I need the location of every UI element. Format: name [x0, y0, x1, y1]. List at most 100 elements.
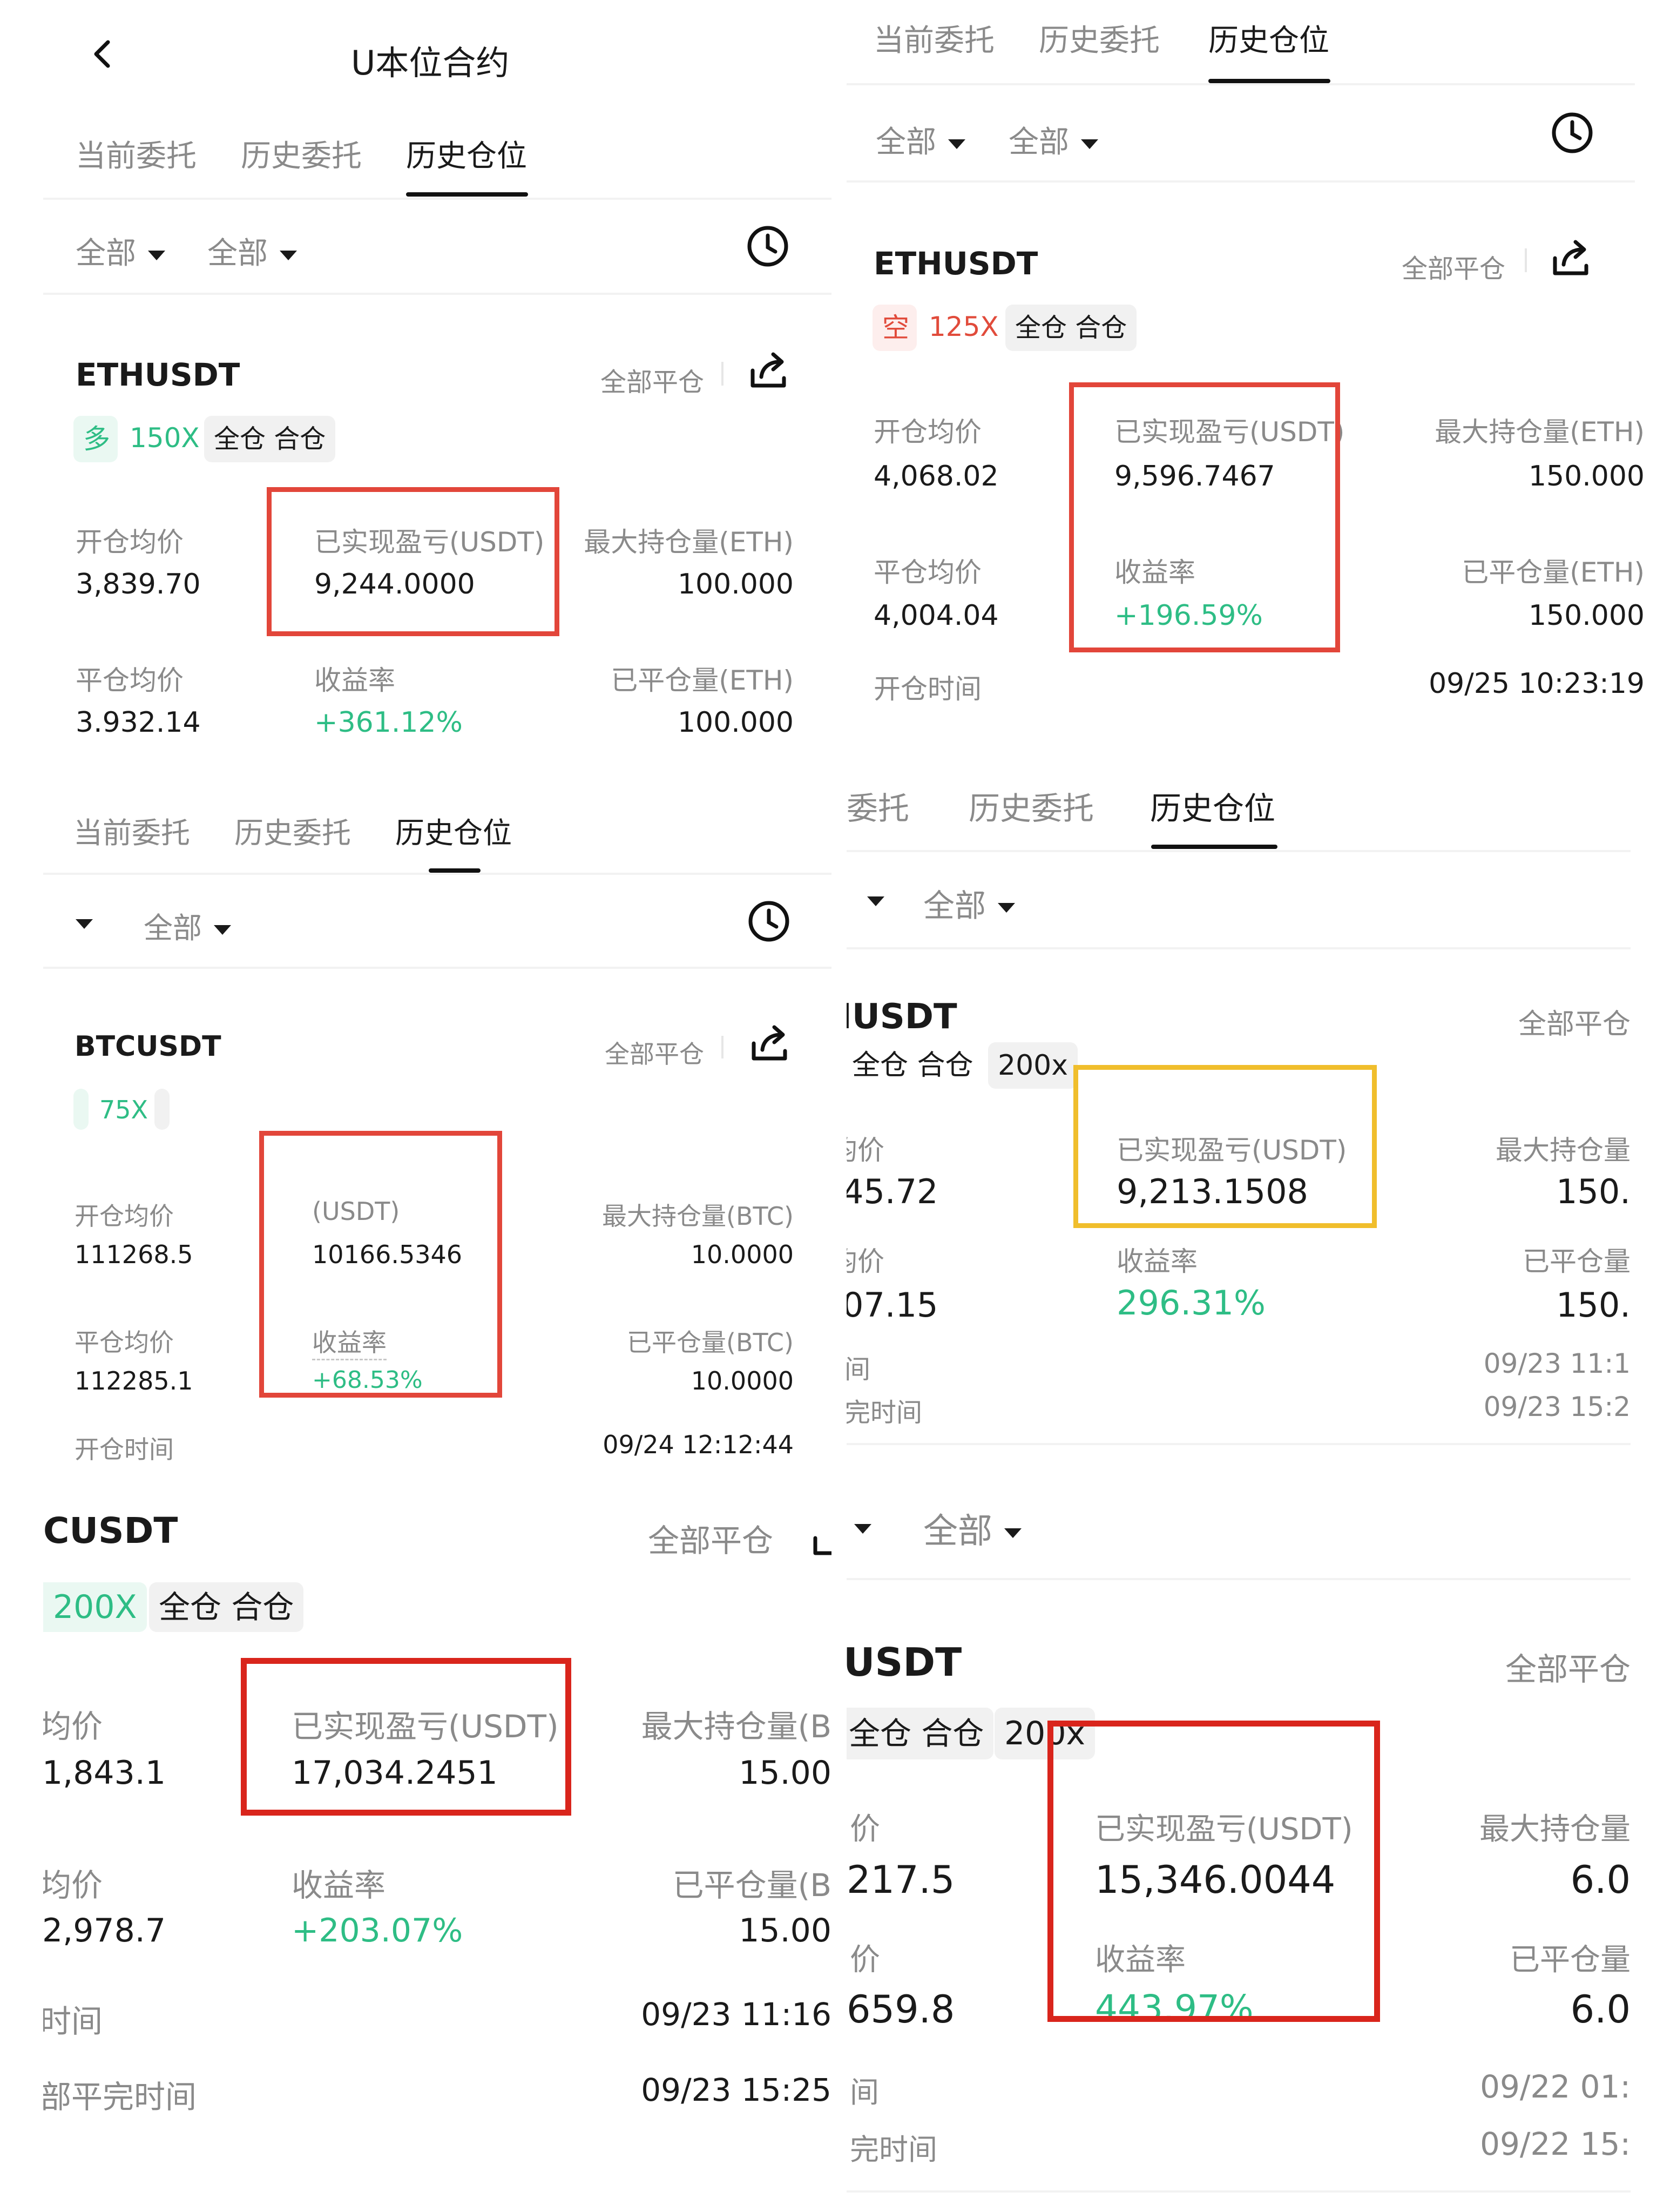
close-all-button[interactable]: 全部平仓	[1505, 1644, 1631, 1689]
highlight-box	[1069, 382, 1340, 652]
divider	[847, 180, 1635, 183]
close-time-label: 部平完时间	[43, 2079, 197, 2115]
max-hold-label: 最大持仓量(ETH)	[584, 527, 794, 558]
caret-down-icon	[998, 902, 1016, 913]
tab-current-orders[interactable]: 当前委托	[73, 809, 190, 852]
clock-icon[interactable]	[746, 899, 792, 944]
tab-order-history[interactable]: 历史委托	[241, 132, 362, 176]
filter-side[interactable]: 全部	[144, 904, 231, 947]
share-icon[interactable]	[747, 1021, 793, 1066]
filter-side[interactable]: 全部	[1009, 118, 1098, 161]
caret-down-icon	[1004, 1528, 1022, 1539]
max-hold-value: 100.000	[677, 568, 794, 601]
caret-down-icon	[148, 250, 165, 260]
close-all-button[interactable]: 全部平仓	[605, 1035, 704, 1070]
highlight-box	[267, 487, 559, 636]
close-all-button[interactable]: 全部平仓	[1518, 1001, 1631, 1042]
open-avg-value: 3,839.70	[76, 568, 201, 601]
close-avg-label: 价	[850, 1943, 880, 1978]
open-avg-value: 217.5	[847, 1858, 955, 1902]
divider	[847, 83, 1635, 85]
divider	[43, 293, 831, 295]
active-tab-indicator	[1151, 845, 1277, 849]
open-time-label: 开仓时间	[75, 1435, 174, 1464]
highlight-box	[259, 1131, 502, 1398]
tab-order-history[interactable]: 历史委托	[969, 783, 1094, 828]
tab-position-history[interactable]: 历史仓位	[406, 132, 527, 176]
filter-side[interactable]: 全部	[207, 229, 297, 273]
separator	[1525, 248, 1527, 272]
caret-down-icon	[280, 250, 297, 260]
share-icon[interactable]	[746, 348, 792, 393]
tab-order-history[interactable]: 历史委托	[234, 809, 351, 852]
active-tab-indicator	[1208, 79, 1330, 83]
close-avg-value: 07.15	[847, 1285, 938, 1325]
leverage-tag: 200x	[988, 1042, 1078, 1089]
clock-icon[interactable]	[1550, 110, 1595, 156]
symbol: CUSDT	[43, 1510, 178, 1552]
close-all-button[interactable]: 全部平仓	[1402, 247, 1505, 285]
tab-order-history-2[interactable]: 历史委托	[1039, 16, 1160, 60]
share-icon[interactable]	[1548, 235, 1594, 281]
symbol: USDT	[847, 1640, 962, 1685]
separator	[721, 1036, 723, 1058]
tab-current-orders[interactable]: 当前委托	[76, 132, 197, 176]
closed-value: 6.0	[1570, 1987, 1631, 2032]
highlight-box	[1047, 1721, 1380, 2022]
tab-position-history[interactable]: 历史仓位	[1150, 783, 1275, 828]
open-avg-label: 均价	[847, 1135, 884, 1166]
filter-side[interactable]: 全部	[923, 1503, 1022, 1553]
close-avg-value: 112285.1	[75, 1366, 193, 1395]
closed-label: 已平仓量(ETH)	[1462, 557, 1645, 588]
symbol: IUSDT	[847, 997, 957, 1037]
side-tag: 空	[873, 305, 917, 351]
caret-down-icon[interactable]	[76, 919, 93, 929]
closed-label: 已平仓量(B	[672, 1867, 831, 1904]
clock-icon[interactable]	[745, 224, 790, 269]
divider	[43, 967, 831, 969]
tab-position-history[interactable]: 历史仓位	[395, 809, 512, 852]
highlight-box	[1073, 1065, 1377, 1228]
caret-down-icon[interactable]	[854, 1524, 871, 1534]
share-icon[interactable]	[809, 1515, 831, 1561]
close-all-button[interactable]: 全部平仓	[648, 1515, 773, 1561]
back-arrow-icon[interactable]	[86, 38, 119, 70]
leverage-tag: 75X	[99, 1095, 148, 1124]
close-time-value: 09/23 15:2	[1483, 1391, 1631, 1422]
caret-down-icon	[214, 925, 231, 935]
open-avg-value: 111268.5	[75, 1240, 193, 1269]
symbol: ETHUSDT	[76, 356, 240, 393]
divider	[847, 1443, 1631, 1445]
open-time-label: 时间	[43, 2003, 103, 2040]
closed-label: 已平仓量	[1523, 1246, 1631, 1277]
tab-position-history[interactable]: 历史仓位	[1208, 16, 1329, 60]
closed-label: 已平仓量	[1510, 1943, 1631, 1978]
side-tag: 多	[73, 416, 118, 462]
filter-side[interactable]: 全部	[923, 880, 1016, 926]
close-avg-label: 均价	[847, 1246, 884, 1277]
closed-label: 已平仓量(ETH)	[611, 665, 794, 696]
open-time-value: 09/23 11:1	[1483, 1348, 1631, 1379]
closed-value: 150.000	[1528, 599, 1645, 632]
panel-ethusdt-long: U本位合约 当前委托 历史委托 历史仓位 全部 全部 ETHUSDT 全部平仓 …	[0, 0, 831, 767]
max-hold-label: 最大持仓量(ETH)	[1435, 416, 1645, 448]
divider	[847, 947, 1631, 949]
panel-partial-usdt-1: 委托 历史委托 历史仓位 全部 IUSDT 全部平仓 全仓 合仓 200x 均价…	[847, 745, 1631, 1458]
panel-ethusdt-short: 当前委托 历史委托 历史仓位 全部 全部 ETHUSDT 全部平仓 空 125X…	[847, 0, 1677, 745]
roi-value: +203.07%	[292, 1912, 463, 1950]
open-avg-value: 45.72	[847, 1172, 938, 1211]
close-avg-label: 均价	[43, 1867, 103, 1904]
caret-down-icon[interactable]	[867, 896, 884, 906]
close-avg-label: 平仓均价	[75, 1328, 174, 1357]
panel-partial-usdt-2: CUSDT 全部平仓 200X 全仓 合仓 均价 1,843.1 已实现盈亏(U…	[43, 1474, 831, 2212]
margin-tag: 全仓 合仓	[149, 1582, 304, 1632]
open-avg-label: 开仓均价	[874, 416, 982, 448]
close-all-button[interactable]: 全部平仓	[600, 361, 704, 399]
tab-order-history[interactable]: 当前委托	[874, 16, 995, 60]
filter-type[interactable]: 全部	[876, 118, 965, 161]
filter-type[interactable]: 全部	[76, 229, 165, 273]
margin-tag	[154, 1089, 170, 1130]
closed-value: 15.00	[739, 1912, 831, 1950]
open-avg-label: 均价	[43, 1708, 103, 1745]
tab-partial[interactable]: 委托	[847, 783, 909, 828]
